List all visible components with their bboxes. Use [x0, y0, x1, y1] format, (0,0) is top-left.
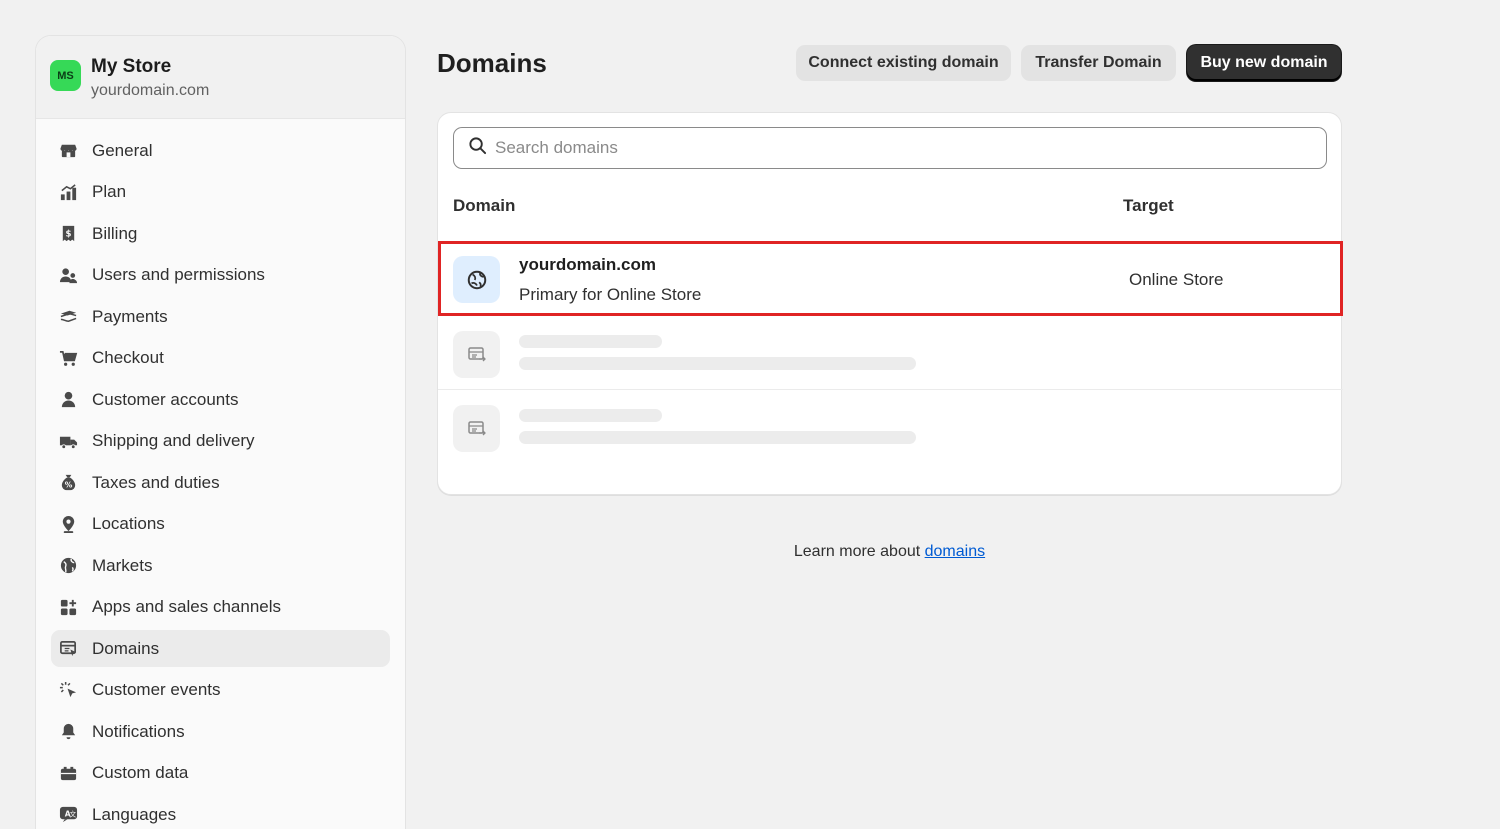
- domains-icon: [453, 331, 500, 378]
- transfer-domain-button[interactable]: Transfer Domain: [1021, 45, 1176, 81]
- sidebar-item-label: Custom data: [92, 763, 189, 782]
- domains-help-link[interactable]: domains: [925, 543, 985, 560]
- sidebar-item-general[interactable]: General: [51, 132, 390, 169]
- sidebar-item-label: Shipping and delivery: [92, 431, 255, 450]
- sidebar-item-plan[interactable]: Plan: [51, 174, 390, 211]
- cursor-click-icon: [58, 680, 78, 700]
- sidebar-item-label: Plan: [92, 182, 127, 201]
- domains-card: Domain Target yourdomain.com Primary for…: [437, 112, 1343, 495]
- tax-bag-icon: %: [58, 473, 78, 493]
- domain-target: Online Store: [1129, 270, 1224, 289]
- domain-subtitle: Primary for Online Store: [519, 285, 702, 304]
- sidebar-item-label: Domains: [92, 638, 160, 658]
- sidebar-item-label: Apps and sales channels: [92, 597, 282, 616]
- store-domain: yourdomain.com: [91, 82, 210, 99]
- sidebar-item-notifications[interactable]: Notifications: [51, 713, 390, 750]
- cart-icon: [58, 348, 78, 368]
- sidebar-item-languages[interactable]: A文 Languages: [51, 796, 390, 829]
- sidebar-item-customer-accounts[interactable]: Customer accounts: [51, 381, 390, 418]
- svg-text:文: 文: [69, 809, 76, 818]
- receipt-icon: $: [58, 224, 78, 244]
- location-pin-icon: [58, 514, 78, 534]
- domain-name[interactable]: yourdomain.com: [519, 255, 656, 275]
- loading-row: [438, 316, 1343, 390]
- sidebar-item-label: Notifications: [92, 721, 185, 741]
- truck-icon: [58, 431, 78, 451]
- learn-more-text: Learn more about domains: [0, 543, 1500, 561]
- sidebar-item-domains[interactable]: Domains: [51, 630, 390, 667]
- sidebar-item-users[interactable]: Users and permissions: [51, 257, 390, 294]
- store-name: My Store: [91, 56, 172, 77]
- sidebar-item-customer-events[interactable]: Customer events: [51, 672, 390, 709]
- sidebar-item-apps[interactable]: Apps and sales channels: [51, 589, 390, 626]
- sidebar-item-label: Users and permissions: [92, 265, 265, 284]
- sidebar-item-label: Customer accounts: [92, 389, 239, 409]
- sidebar-item-billing[interactable]: $ Billing: [51, 215, 390, 252]
- page-title: Domains: [437, 48, 547, 78]
- buy-new-domain-button[interactable]: Buy new domain: [1187, 45, 1341, 81]
- svg-text:$: $: [65, 229, 71, 239]
- database-icon: [58, 763, 78, 783]
- sidebar-item-locations[interactable]: Locations: [51, 506, 390, 543]
- settings-sidebar: MS My Store yourdomain.com General Plan …: [35, 35, 406, 829]
- users-icon: [58, 265, 78, 285]
- sidebar-item-label: Billing: [92, 223, 138, 243]
- apps-grid-icon: [58, 597, 78, 617]
- skeleton-bar: [519, 431, 916, 444]
- domains-icon: [453, 405, 500, 452]
- sidebar-item-label: Locations: [92, 514, 165, 533]
- sidebar-item-checkout[interactable]: Checkout: [51, 340, 390, 377]
- connect-existing-domain-button[interactable]: Connect existing domain: [796, 45, 1011, 81]
- language-icon: A文: [58, 805, 78, 825]
- sidebar-item-label: Payments: [92, 306, 168, 326]
- bell-icon: [58, 722, 78, 742]
- svg-text:%: %: [64, 480, 72, 489]
- sidebar-item-custom-data[interactable]: Custom data: [51, 755, 390, 792]
- column-header-domain: Domain: [453, 196, 516, 215]
- search-icon: [468, 136, 487, 160]
- sidebar-item-payments[interactable]: Payments: [51, 298, 390, 335]
- plan-chart-icon: [58, 182, 78, 202]
- search-field[interactable]: [453, 127, 1327, 169]
- payments-icon: [58, 307, 78, 327]
- sidebar-item-label: General: [92, 140, 153, 160]
- sidebar-item-taxes[interactable]: % Taxes and duties: [51, 464, 390, 501]
- sidebar-item-label: Taxes and duties: [92, 472, 220, 492]
- search-input[interactable]: [495, 138, 1275, 158]
- store-header[interactable]: MS My Store yourdomain.com: [36, 36, 405, 119]
- settings-nav: General Plan $ Billing Users and permiss…: [36, 119, 405, 829]
- person-icon: [58, 390, 78, 410]
- skeleton-bar: [519, 409, 662, 422]
- sidebar-item-label: Customer events: [92, 680, 221, 699]
- loading-row: [438, 390, 1343, 464]
- skeleton-bar: [519, 335, 662, 348]
- sidebar-item-shipping[interactable]: Shipping and delivery: [51, 423, 390, 460]
- skeleton-bar: [519, 357, 916, 370]
- table-row[interactable]: yourdomain.com Primary for Online Store …: [438, 242, 1343, 316]
- sidebar-item-label: Languages: [92, 804, 177, 824]
- store-avatar: MS: [50, 60, 81, 91]
- globe-icon: [453, 256, 500, 303]
- column-header-target: Target: [1123, 196, 1174, 215]
- store-icon: [58, 141, 78, 161]
- sidebar-item-label: Checkout: [92, 348, 164, 367]
- domains-icon: [58, 639, 78, 659]
- learn-more-prefix: Learn more about: [793, 543, 925, 560]
